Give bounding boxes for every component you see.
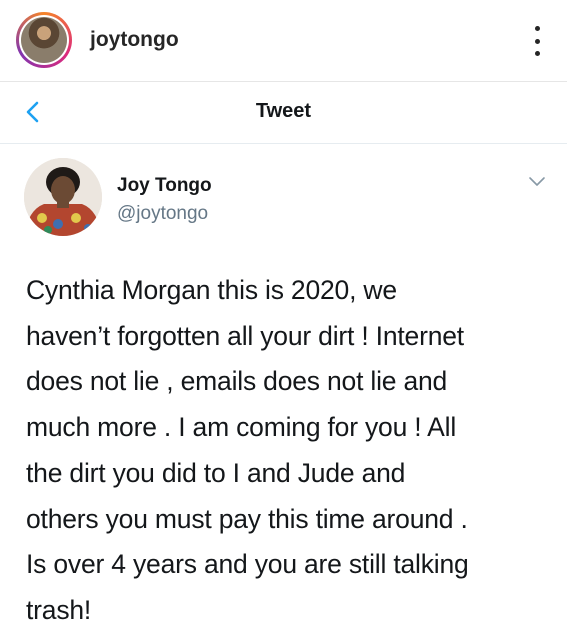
profile-photo — [21, 17, 67, 63]
profile-avatar[interactable] — [16, 12, 72, 68]
more-vertical-icon[interactable] — [533, 26, 541, 56]
instagram-username[interactable]: joytongo — [90, 28, 179, 52]
author-photo — [24, 158, 102, 236]
author-name[interactable]: Joy Tongo — [117, 175, 212, 197]
chevron-down-icon[interactable] — [528, 176, 546, 188]
tweet-text: Cynthia Morgan this is 2020, we haven’t … — [26, 275, 469, 625]
author-handle[interactable]: @joytongo — [117, 203, 208, 225]
author-avatar[interactable] — [24, 158, 102, 236]
instagram-post-header: joytongo — [0, 0, 567, 82]
tweet-top-bar: Tweet — [0, 82, 567, 144]
page-title: Tweet — [255, 100, 312, 122]
